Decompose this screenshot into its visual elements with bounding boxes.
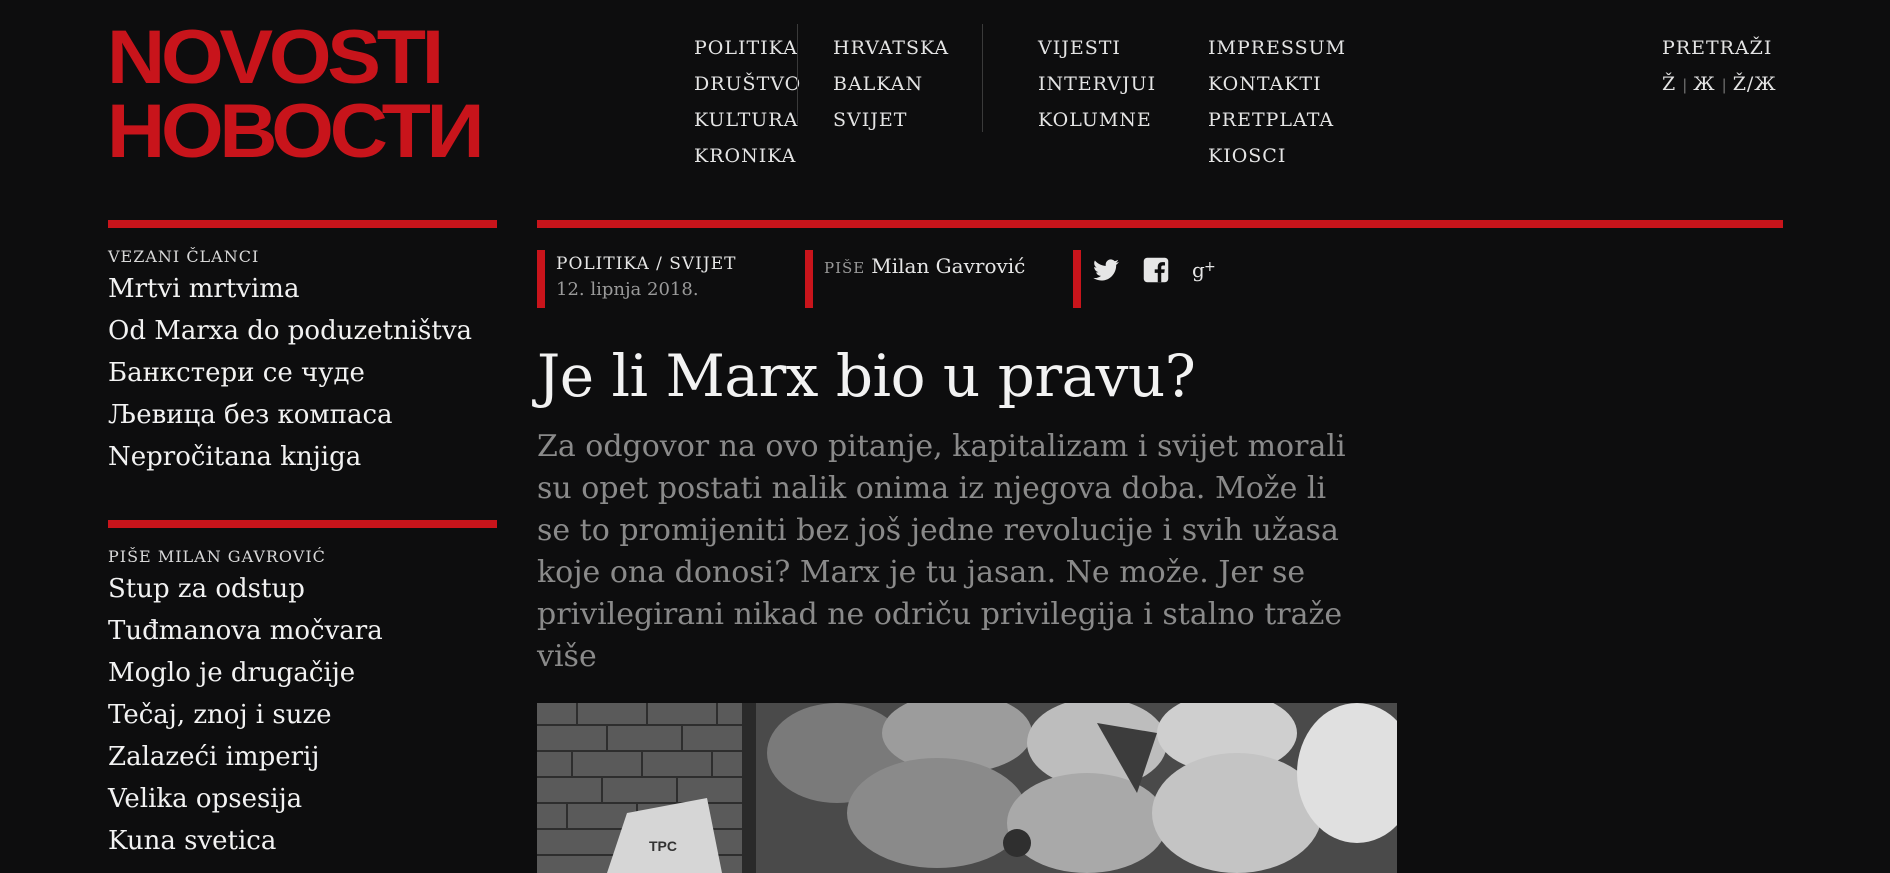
nav-info: IMPRESSUM KONTAKTI PRETPLATA KIOSCI bbox=[1208, 30, 1346, 174]
nav-link-kultura[interactable]: KULTURA bbox=[694, 102, 801, 138]
article-photo: TPC bbox=[537, 703, 1397, 873]
nav-link-kronika[interactable]: KRONIKA bbox=[694, 138, 801, 174]
search-link[interactable]: PRETRAŽI bbox=[1662, 37, 1772, 59]
logo-latin: NOVOSTI bbox=[107, 15, 444, 100]
nav-divider bbox=[982, 24, 983, 132]
article-title: Je li Marx bio u pravu? bbox=[537, 342, 1196, 410]
photo-illustration: TPC bbox=[537, 703, 1397, 873]
section-rule bbox=[537, 220, 1783, 228]
article-lead: Za odgovor na ovo pitanje, kapitalizam i… bbox=[537, 429, 1346, 674]
sidebar-related: VEZANI ČLANCI Mrtvi mrtvima Od Marxa do … bbox=[108, 220, 497, 478]
sack-print: TPC bbox=[649, 838, 677, 854]
nav-sections: POLITIKA DRUŠTVO KULTURA KRONIKA bbox=[694, 30, 801, 174]
nav-link-politika[interactable]: POLITIKA bbox=[694, 30, 801, 66]
nav-link-vijesti[interactable]: VIJESTI bbox=[1038, 30, 1156, 66]
author-article-link[interactable]: Zalazeći imperij bbox=[108, 736, 497, 778]
utility-nav: PRETRAŽI Ž | Ж | Ž/Ж bbox=[1662, 30, 1777, 102]
author-article-link[interactable]: Tuđmanova močvara bbox=[108, 610, 497, 652]
nav-divider bbox=[797, 24, 798, 124]
site-logo[interactable]: NOVOSTI НОВОСТИ bbox=[107, 20, 485, 170]
script-cyrillic-link[interactable]: Ж bbox=[1693, 73, 1715, 95]
nav-link-pretplata[interactable]: PRETPLATA bbox=[1208, 102, 1346, 138]
meta-rule bbox=[1073, 250, 1081, 308]
section-rule bbox=[108, 220, 497, 228]
separator: | bbox=[1682, 76, 1688, 94]
google-plus-icon[interactable]: g + bbox=[1192, 256, 1220, 284]
author-article-link[interactable]: Moglo je drugačije bbox=[108, 652, 497, 694]
related-link[interactable]: Mrtvi mrtvima bbox=[108, 268, 497, 310]
author-section-title: PIŠE MILAN GAVROVIĆ bbox=[108, 547, 326, 566]
logo-cyrillic: НОВОСТИ bbox=[107, 89, 485, 174]
facebook-icon[interactable] bbox=[1142, 256, 1170, 284]
author-article-link[interactable]: Velika opsesija bbox=[108, 778, 497, 820]
nav-link-kolumne[interactable]: KOLUMNE bbox=[1038, 102, 1156, 138]
related-link[interactable]: Nepročitana knjiga bbox=[108, 436, 497, 478]
article: POLITIKA / SVIJET 12. lipnja 2018. PIŠE M… bbox=[537, 220, 1783, 873]
related-link[interactable]: Банкстери се чуде bbox=[108, 352, 497, 394]
nav-link-svijet[interactable]: SVIJET bbox=[833, 102, 949, 138]
nav-link-kontakti[interactable]: KONTAKTI bbox=[1208, 66, 1346, 102]
nav-link-balkan[interactable]: BALKAN bbox=[833, 66, 949, 102]
nav-regions: HRVATSKA BALKAN SVIJET bbox=[833, 30, 949, 138]
separator: | bbox=[1721, 76, 1727, 94]
article-category[interactable]: POLITIKA / SVIJET bbox=[556, 254, 736, 274]
related-title: VEZANI ČLANCI bbox=[108, 247, 260, 266]
author-article-link[interactable]: Kuna svetica bbox=[108, 820, 497, 862]
section-rule bbox=[108, 520, 497, 528]
svg-text:+: + bbox=[1204, 259, 1216, 275]
author-article-link[interactable]: Stup za odstup bbox=[108, 568, 497, 610]
byline-label: PIŠE bbox=[824, 259, 866, 277]
nav-link-kiosci[interactable]: KIOSCI bbox=[1208, 138, 1346, 174]
nav-link-intervjui[interactable]: INTERVJUI bbox=[1038, 66, 1156, 102]
author-link[interactable]: Milan Gavrović bbox=[871, 254, 1025, 278]
nav-link-impressum[interactable]: IMPRESSUM bbox=[1208, 30, 1346, 66]
script-switcher: Ž | Ж | Ž/Ж bbox=[1662, 66, 1777, 102]
nav-formats: VIJESTI INTERVJUI KOLUMNE bbox=[1038, 30, 1156, 138]
meta-rule bbox=[805, 250, 813, 308]
twitter-icon[interactable] bbox=[1092, 256, 1120, 284]
meta-rule bbox=[537, 250, 545, 308]
sidebar-author: PIŠE MILAN GAVROVIĆ Stup za odstup Tuđma… bbox=[108, 520, 497, 862]
nav-link-hrvatska[interactable]: HRVATSKA bbox=[833, 30, 949, 66]
script-both-link[interactable]: Ž/Ж bbox=[1733, 73, 1777, 95]
article-date: 12. lipnja 2018. bbox=[556, 279, 699, 300]
author-article-link[interactable]: Tečaj, znoj i suze bbox=[108, 694, 497, 736]
related-link[interactable]: Od Marxa do poduzetništva bbox=[108, 310, 497, 352]
related-link[interactable]: Љевица без компаса bbox=[108, 394, 497, 436]
script-latin-link[interactable]: Ž bbox=[1662, 73, 1676, 95]
nav-link-drustvo[interactable]: DRUŠTVO bbox=[694, 66, 801, 102]
